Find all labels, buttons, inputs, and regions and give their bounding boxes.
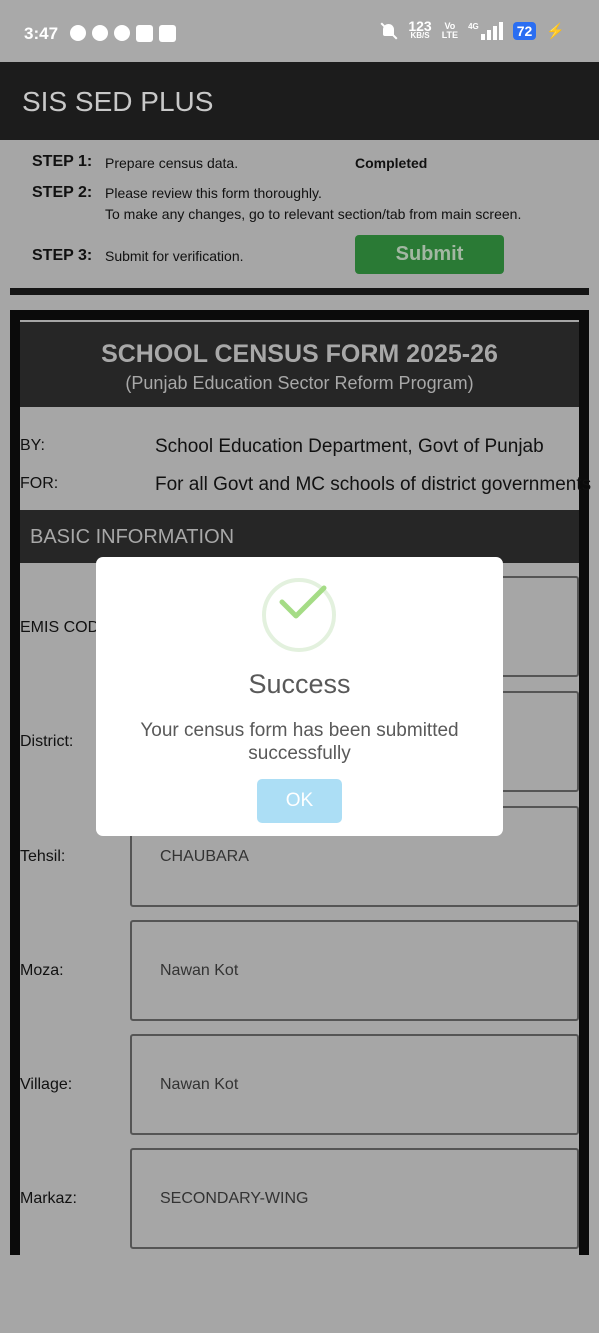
field-value: Nawan Kot [160,1076,239,1093]
section-header: BASIC INFORMATION [20,510,579,563]
form-subtitle: (Punjab Education Sector Reform Program) [125,373,474,393]
field-label-tehsil: Tehsil: [20,848,66,865]
app-icon [136,25,153,42]
mute-icon [380,22,398,40]
app-icon [159,25,176,42]
by-label: BY: [20,437,45,454]
field-value: CHAUBARA [160,848,249,865]
net-speed: 123 KB/S [408,18,432,40]
step-2-label: STEP 2: [32,184,93,201]
submit-button[interactable]: Submit [355,235,504,274]
volte-indicator: Vo LTE [442,22,458,40]
dialog-title: Success [248,669,351,699]
system-icons: 123 KB/S Vo LTE 4G 72 ⚡ [380,18,565,40]
app-bar: SIS SED PLUS [0,62,599,140]
success-dialog: Success Your census form has been submit… [96,557,503,836]
field-label-district: District: [20,733,74,750]
step-2-text-2: To make any changes, go to relevant sect… [105,206,522,222]
ok-button[interactable]: OK [257,779,342,823]
section-title: BASIC INFORMATION [30,526,235,548]
field-value: SECONDARY-WING [160,1190,309,1207]
form-title: SCHOOL CENSUS FORM 2025-26 [101,340,498,368]
dialog-message: Your census form has been submitted succ… [140,720,459,764]
facebook-icon [114,25,130,41]
status-bar: 3:47 123 KB/S Vo LTE 4G 72 ⚡ [0,0,599,62]
cloud-icon [92,25,108,41]
status-time: 3:47 [24,24,59,43]
field-label-markaz: Markaz: [20,1190,77,1207]
net-speed-unit: KB/S [410,31,430,40]
step-1-status: Completed [355,155,428,171]
step-2-text: Please review this form thoroughly. [105,185,322,201]
for-label: FOR: [20,475,59,492]
whatsapp-icon [70,25,86,41]
signal-icon: 4G [468,22,503,40]
network-type: 4G [468,22,479,31]
charging-icon: ⚡ [546,23,565,40]
volte-bottom: LTE [441,30,459,40]
notification-icons [70,25,176,42]
divider [10,288,589,295]
steps-panel: STEP 1: Prepare census data. Completed S… [0,140,599,290]
field-value: Nawan Kot [160,962,239,979]
step-3-label: STEP 3: [32,247,93,264]
markaz-field[interactable]: SECONDARY-WING [130,1148,579,1249]
moza-field[interactable]: Nawan Kot [130,920,579,1021]
form-header: SCHOOL CENSUS FORM 2025-26 (Punjab Educa… [20,322,579,407]
field-label-moza: Moza: [20,962,64,979]
battery-icon: 72 [512,22,537,40]
success-check-icon [262,578,336,652]
field-label-village: Village: [20,1076,73,1093]
by-value: School Education Department, Govt of Pun… [155,436,544,457]
bottom-area [0,1255,599,1333]
net-speed-value: 123 [408,18,432,34]
step-1-text: Prepare census data. [105,155,239,171]
app-title: SIS SED PLUS [22,86,214,117]
for-value: For all Govt and MC schools of district … [155,474,592,495]
step-3-text: Submit for verification. [105,248,244,264]
step-1-label: STEP 1: [32,153,93,170]
village-field[interactable]: Nawan Kot [130,1034,579,1135]
